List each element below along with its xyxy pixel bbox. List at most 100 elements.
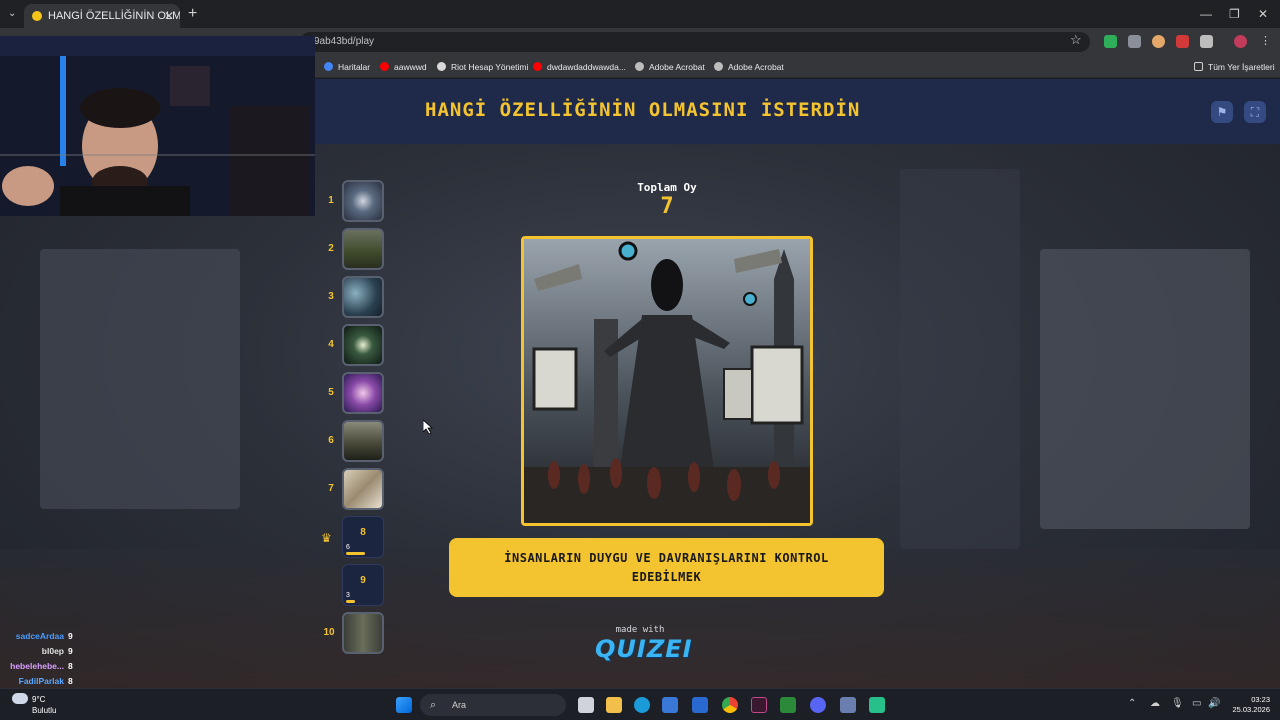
rank-thumbnail[interactable] <box>342 420 384 462</box>
chat-text: 9 <box>68 646 73 656</box>
rank-thumbnail[interactable] <box>342 468 384 510</box>
all-bookmarks[interactable]: Tüm Yer İşaretleri <box>1194 60 1275 74</box>
bookmark-item[interactable]: dwdawdaddwawda... <box>533 60 626 74</box>
chat-message: FadilParlak 8 <box>0 676 300 688</box>
bookmark-star-icon[interactable]: ☆ <box>1070 32 1082 48</box>
task-view-icon[interactable] <box>578 697 594 713</box>
volume-icon[interactable]: 🔊 <box>1208 698 1220 709</box>
url-field[interactable]: 9ab43bd/play <box>300 32 1090 52</box>
search-placeholder: Ara <box>452 700 467 710</box>
bookmark-item[interactable]: Adobe Acrobat <box>714 60 784 74</box>
app-icon[interactable] <box>840 697 856 713</box>
chat-username[interactable]: FadilParlak <box>19 676 64 686</box>
rank-slot[interactable]: 9 3 <box>342 564 384 606</box>
quiz-header: HANGİ ÖZELLİĞİNİN OLMASINI İSTERDİN ⚑ ⛶ <box>315 79 1280 144</box>
slot-value: 9 <box>360 575 366 586</box>
new-tab-icon[interactable]: + <box>188 4 197 24</box>
clock-time: 03:23 <box>1251 695 1270 704</box>
chat-message: sadceArdaa 9 <box>0 631 300 645</box>
windows-start-icon[interactable] <box>396 697 412 713</box>
extension-icon[interactable] <box>1104 35 1117 48</box>
taskbar-search[interactable]: ⌕ Ara <box>420 694 566 716</box>
rank-thumbnail[interactable] <box>342 324 384 366</box>
tab-strip: ⌄ HANGİ ÖZELLİĞİNİN OLMASINI İ ✕ + — ❐ ✕ <box>0 0 1280 28</box>
rank-thumbnail[interactable] <box>342 612 384 654</box>
extension-icon[interactable] <box>1152 35 1165 48</box>
fullscreen-button[interactable]: ⛶ <box>1244 101 1266 123</box>
webcam-feed <box>0 36 315 216</box>
clock-date: 25.03.2026 <box>1232 705 1270 714</box>
chat-message: hebelehebe... 8 <box>0 661 300 675</box>
menu-kebab-icon[interactable]: ⋮ <box>1260 35 1273 48</box>
extension-icon[interactable] <box>1128 35 1141 48</box>
minimize-icon[interactable]: — <box>1200 4 1212 24</box>
chat-username[interactable]: sadceArdaa <box>16 631 64 641</box>
onedrive-icon[interactable]: ☁ <box>1150 698 1160 709</box>
chat-username[interactable]: bl0ep <box>42 646 64 656</box>
crown-icon: ♛ <box>321 531 332 545</box>
option-image[interactable] <box>521 236 813 526</box>
chat-username[interactable]: hebelehebe... <box>10 661 64 671</box>
answer-option-button[interactable]: İNSANLARIN DUYGU VE DAVRANIŞLARINI KONTR… <box>449 538 884 597</box>
temperature: 9°C <box>32 695 46 704</box>
microphone-icon[interactable]: 🎙 <box>1171 698 1184 709</box>
slot-vote-bar <box>346 600 355 603</box>
puppet-master-illustration <box>524 239 810 523</box>
profile-avatar-icon[interactable] <box>1234 35 1247 48</box>
folder-icon <box>1194 62 1203 71</box>
rank-number: 4 <box>328 339 334 350</box>
app-icon[interactable] <box>869 697 885 713</box>
rank-thumbnail[interactable] <box>342 228 384 270</box>
made-with-label: made with <box>615 625 665 635</box>
cloud-icon <box>12 693 28 704</box>
discord-icon[interactable] <box>810 697 826 713</box>
maps-icon <box>324 62 333 71</box>
rank-number: 10 <box>323 627 335 638</box>
youtube-icon <box>533 62 542 71</box>
slot-count: 6 <box>346 544 350 551</box>
rank-thumbnail[interactable] <box>342 372 384 414</box>
rank-thumbnail[interactable] <box>342 276 384 318</box>
extensions-puzzle-icon[interactable] <box>1200 35 1213 48</box>
tab-active[interactable]: HANGİ ÖZELLİĞİNİN OLMASINI İ ✕ <box>24 4 180 28</box>
restore-icon[interactable]: ❐ <box>1229 4 1240 24</box>
app-icon[interactable] <box>751 697 767 713</box>
rank-slot-top[interactable]: 8 6 <box>342 516 384 558</box>
chat-message: bl0ep 9 <box>0 646 300 660</box>
globe-icon <box>714 62 723 71</box>
chrome-icon[interactable] <box>722 697 738 713</box>
rank-number: 1 <box>328 195 334 206</box>
bookmark-item[interactable]: Adobe Acrobat <box>635 60 705 74</box>
network-icon[interactable]: ▭ <box>1192 698 1201 709</box>
weather-widget[interactable]: 9°C Bulutlu <box>12 693 56 716</box>
file-explorer-icon[interactable] <box>606 697 622 713</box>
extension-icon[interactable] <box>1176 35 1189 48</box>
riot-icon <box>437 62 446 71</box>
slot-count: 3 <box>346 592 350 599</box>
system-clock[interactable]: 03:23 25.03.2026 <box>1226 695 1270 715</box>
tab-search-icon[interactable]: ⌄ <box>8 4 16 24</box>
slot-vote-bar <box>346 552 365 555</box>
quizei-logo[interactable]: QUIZEI <box>595 635 692 663</box>
chat-text: 8 <box>68 661 73 671</box>
report-flag-button[interactable]: ⚑ <box>1211 101 1233 123</box>
edge-icon[interactable] <box>634 697 650 713</box>
app-icon[interactable] <box>780 697 796 713</box>
close-window-icon[interactable]: ✕ <box>1258 4 1268 24</box>
webcam-overlay <box>0 36 315 216</box>
bookmark-item[interactable]: Haritalar <box>324 60 370 74</box>
mouse-cursor-icon <box>423 420 433 434</box>
rank-thumbnail[interactable] <box>342 180 384 222</box>
bookmark-item[interactable]: aawwwd <box>380 60 427 74</box>
outlook-icon[interactable] <box>692 697 708 713</box>
windows-taskbar: 9°C Bulutlu ⌕ Ara ⌃ ☁ 🎙 ▭ 🔊 03:23 25.03.… <box>0 688 1280 720</box>
globe-icon <box>635 62 644 71</box>
store-icon[interactable] <box>662 697 678 713</box>
tray-overflow-icon[interactable]: ⌃ <box>1128 698 1136 709</box>
chat-text: 8 <box>68 676 73 686</box>
bookmark-item[interactable]: Riot Hesap Yönetimi <box>437 60 528 74</box>
close-tab-icon[interactable]: ✕ <box>164 4 174 28</box>
tab-title: HANGİ ÖZELLİĞİNİN OLMASINI İ <box>48 10 180 22</box>
quiz-title: HANGİ ÖZELLİĞİNİN OLMASINI İSTERDİN <box>425 99 861 121</box>
background-tower <box>900 169 1020 549</box>
